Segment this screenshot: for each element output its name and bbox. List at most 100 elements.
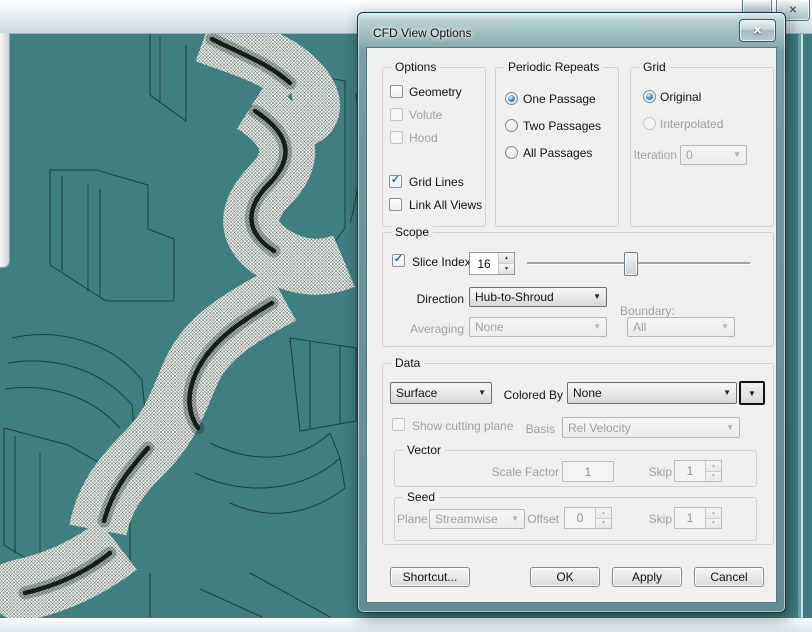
grid-lines-label: Grid Lines [409,175,464,189]
check-icon: ✓ [394,254,403,265]
plane-select: Streamwise ▼ [429,509,525,529]
volute-label: Volute [409,108,442,122]
vector-skip-label: Skip [622,465,672,479]
cfd-view-options-dialog: CFD View Options ✕ Options Geometry Volu… [357,12,786,613]
basis-label: Basis [507,422,555,436]
iteration-value: 0 [686,148,693,162]
two-passages-radio[interactable] [505,119,518,132]
offset-value: 0 [565,508,595,528]
periodic-repeats-group-label: Periodic Repeats [504,60,603,75]
spin-up-icon[interactable]: ▲ [499,253,514,264]
boundary-select: All ▼ [627,317,735,337]
hood-label: Hood [409,131,438,145]
spin-down-icon: ▼ [706,472,721,482]
radio-dot [646,93,653,100]
scale-factor-field: 1 [562,461,614,482]
averaging-label: Averaging [397,322,464,336]
seed-group-label: Seed [403,490,439,505]
status-bar [0,618,812,632]
two-passages-label: Two Passages [523,119,601,133]
slice-index-spinner[interactable]: 16 ▲▼ [469,252,515,275]
vector-skip-value: 1 [675,461,705,481]
averaging-select: None ▼ [469,317,607,337]
seed-skip-value: 1 [675,508,705,528]
spin-up-icon: ▲ [706,508,721,519]
iteration-label: Iteration [633,148,677,162]
grid-group-label: Grid [639,60,670,75]
colored-by-label: Colored By [495,388,563,402]
colored-by-select[interactable]: None ▼ [567,382,737,404]
seed-skip-spinner: 1 ▲▼ [674,507,722,529]
one-passage-label: One Passage [523,92,596,106]
spin-up-icon: ▲ [706,461,721,472]
slice-index-slider-thumb[interactable] [624,252,638,276]
shortcut-button[interactable]: Shortcut... [390,567,470,587]
parent-window-right-border [796,33,812,618]
interpolated-radio [643,117,656,130]
slice-index-checkbox[interactable]: ✓ [392,254,405,267]
link-all-views-label: Link All Views [409,198,482,212]
data-group-label: Data [391,356,424,371]
scope-group-label: Scope [391,225,433,240]
direction-select[interactable]: Hub-to-Shroud ▼ [469,287,607,307]
dropdown-arrow-icon: ▼ [733,151,741,159]
dialog-close-button[interactable]: ✕ [739,19,776,42]
spin-down-icon[interactable]: ▼ [499,264,514,274]
link-all-views-checkbox[interactable] [389,198,402,211]
surface-select[interactable]: Surface ▼ [390,382,492,404]
surface-value: Surface [396,386,437,400]
boundary-label: Boundary: [620,304,675,318]
one-passage-radio[interactable] [505,92,518,105]
plane-label: Plane [397,512,428,526]
dialog-client-area: Options Geometry Volute Hood ✓ Grid Line… [366,47,777,603]
hood-checkbox [390,131,403,144]
direction-value: Hub-to-Shroud [475,290,554,304]
seed-skip-label: Skip [622,512,672,526]
options-group-label: Options [391,60,440,75]
cancel-button[interactable]: Cancel [694,567,764,587]
vector-group-label: Vector [403,443,445,458]
original-label: Original [660,90,701,104]
vector-skip-spinner: 1 ▲▼ [674,460,722,482]
slice-index-label: Slice Index [412,255,471,269]
colored-by-value: None [573,386,602,400]
geometry-checkbox[interactable] [390,85,403,98]
all-passages-label: All Passages [523,146,592,160]
direction-label: Direction [397,292,464,306]
left-panel-edge [0,33,10,268]
dropdown-arrow-icon: ▼ [593,323,601,331]
dropdown-arrow-icon: ▼ [478,389,486,397]
application-window: { "icons": { "dropdown": "▼", "spin_up":… [0,0,812,631]
offset-spinner: 0 ▲▼ [564,507,612,529]
apply-button[interactable]: Apply [612,567,682,587]
slice-index-slider-track[interactable] [527,262,750,264]
offset-label: Offset [512,512,559,526]
all-passages-radio[interactable] [505,146,518,159]
show-cutting-plane-checkbox [392,418,405,431]
check-icon: ✓ [391,175,400,186]
ok-button[interactable]: OK [530,567,600,587]
close-icon: ✕ [753,24,762,37]
dropdown-arrow-icon: ▼ [593,293,601,301]
colored-by-expand-button[interactable]: ▼ [739,381,765,405]
dropdown-arrow-icon: ▼ [748,389,756,398]
scale-factor-value: 1 [585,465,592,479]
volute-checkbox [390,108,403,121]
dropdown-arrow-icon: ▼ [721,323,729,331]
grid-lines-checkbox[interactable]: ✓ [389,175,402,188]
scale-factor-label: Scale Factor [467,465,559,479]
basis-value: Rel Velocity [568,421,631,435]
spin-down-icon: ▼ [596,519,611,529]
averaging-value: None [475,320,504,334]
interpolated-label: Interpolated [660,117,723,131]
close-icon: ✕ [789,5,797,16]
dropdown-arrow-icon: ▼ [723,389,731,397]
geometry-label: Geometry [409,85,462,99]
slice-index-value: 16 [470,253,498,274]
basis-select: Rel Velocity ▼ [562,417,740,438]
plane-value: Streamwise [435,512,498,526]
original-radio[interactable] [643,90,656,103]
dialog-title: CFD View Options [373,26,471,40]
show-cutting-plane-label: Show cutting plane [412,419,513,433]
iteration-select: 0 ▼ [680,145,747,165]
